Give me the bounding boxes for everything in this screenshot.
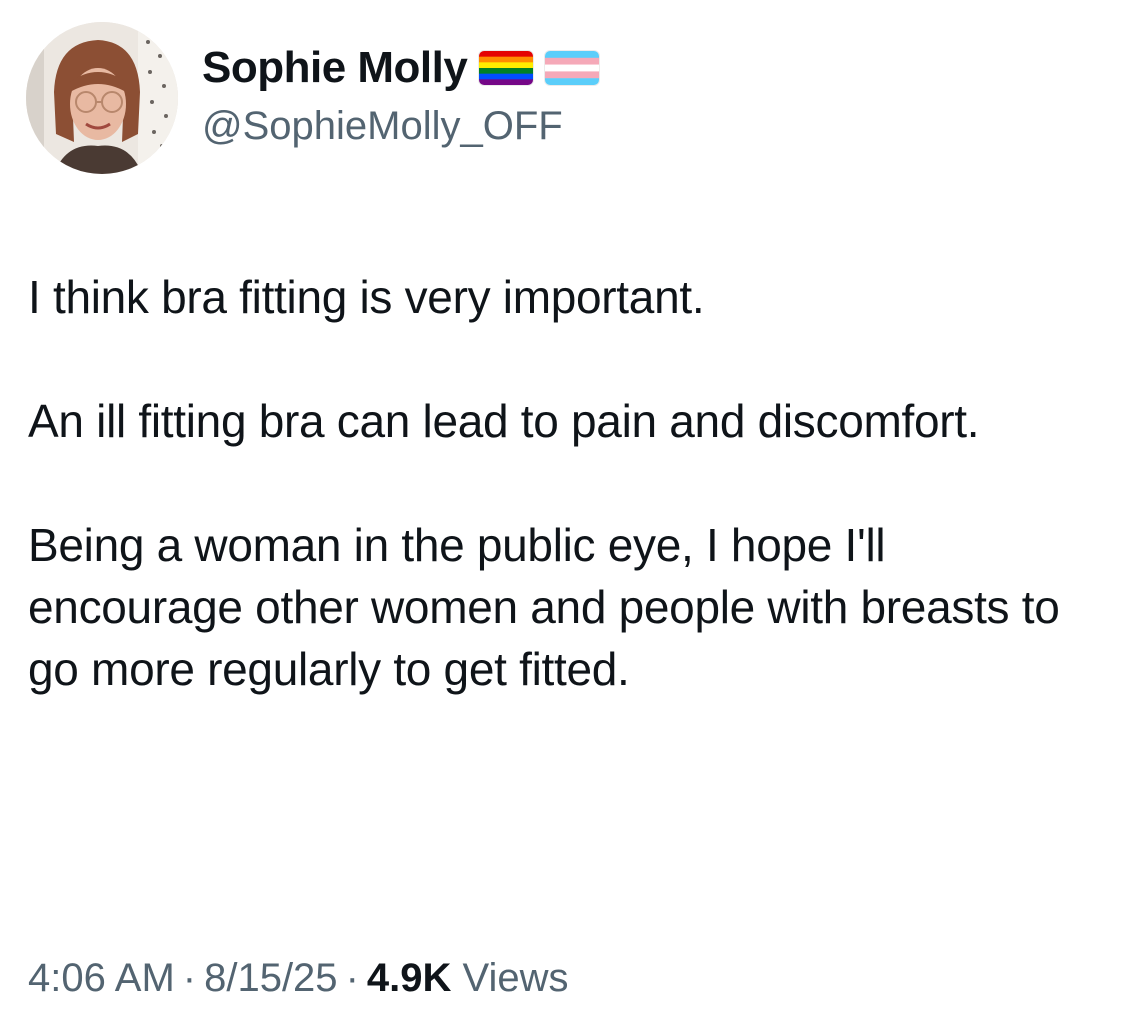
tweet-paragraph: An ill fitting bra can lead to pain and … (28, 395, 980, 447)
rainbow-flag-icon (479, 51, 534, 85)
author-display-name[interactable]: Sophie Molly (202, 43, 468, 93)
tweet-paragraph: Being a woman in the public eye, I hope … (28, 519, 1060, 695)
views-count[interactable]: 4.9K (367, 956, 452, 1000)
tweet-card: Sophie Molly @SophieMolly_OFF I think br… (0, 0, 1125, 1017)
tweet-paragraph: I think bra fitting is very important. (28, 271, 705, 323)
tweet-time[interactable]: 4:06 AM (28, 956, 175, 1000)
tweet-text: I think bra fitting is very important. A… (28, 266, 1108, 700)
separator-dot: · (182, 956, 197, 1000)
separator-dot: · (345, 956, 359, 1000)
views-label: Views (462, 956, 569, 1000)
author-handle[interactable]: @SophieMolly_OFF (202, 104, 563, 149)
avatar-image (26, 22, 178, 174)
avatar[interactable] (26, 22, 178, 174)
tweet-date[interactable]: 8/15/25 (204, 956, 337, 1000)
tweet-metadata: 4:06 AM · 8/15/25 · 4.9K Views (28, 950, 569, 1006)
transgender-flag-icon (545, 51, 600, 85)
author-name-row: Sophie Molly (202, 40, 600, 96)
